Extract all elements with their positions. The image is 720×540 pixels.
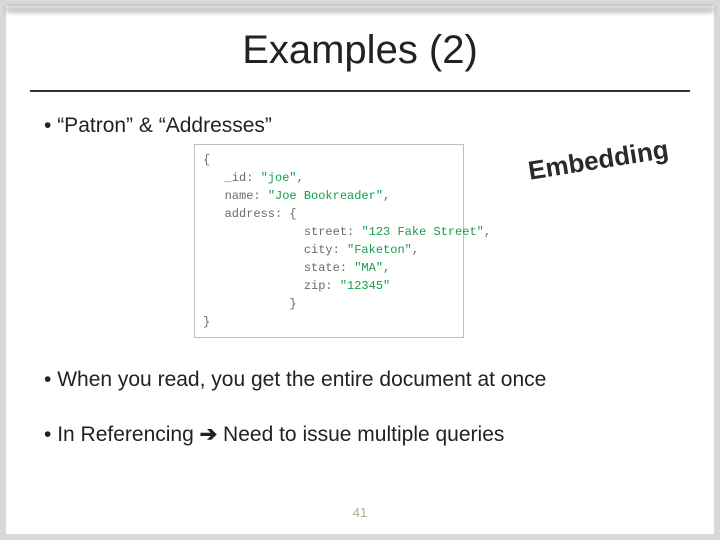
bullet-2: • When you read, you get the entire docu… xyxy=(44,368,546,392)
bullet-1-text: “Patron” & “Addresses” xyxy=(57,114,272,137)
code-l4-key: address: { xyxy=(203,207,297,221)
code-l9: } xyxy=(203,297,297,311)
code-l6-val: "Faketon" xyxy=(347,243,412,257)
embedding-annotation: Embedding xyxy=(526,134,671,187)
code-l6-comma: , xyxy=(412,243,419,257)
code-l10: } xyxy=(203,315,210,329)
code-l7-comma: , xyxy=(383,261,390,275)
code-l5-comma: , xyxy=(484,225,491,239)
code-l7-key: state: xyxy=(203,261,354,275)
title-rule xyxy=(30,90,690,92)
code-example: { _id: "joe", name: "Joe Bookreader", ad… xyxy=(194,144,464,338)
page-number: 41 xyxy=(6,505,714,520)
code-l2-val: "joe" xyxy=(261,171,297,185)
code-l5-key: street: xyxy=(203,225,361,239)
top-shadow xyxy=(6,6,714,13)
code-l3-val: "Joe Bookreader" xyxy=(268,189,383,203)
bullet-marker: • xyxy=(44,368,57,391)
code-l1: { xyxy=(203,153,210,167)
bullet-marker: • xyxy=(44,423,57,446)
code-l7-val: "MA" xyxy=(354,261,383,275)
code-l3-comma: , xyxy=(383,189,390,203)
code-l6-key: city: xyxy=(203,243,347,257)
bullet-3: • In Referencing ➔ Need to issue multipl… xyxy=(44,422,504,447)
code-l2-key: _id: xyxy=(203,171,261,185)
bullet-1: • “Patron” & “Addresses” xyxy=(44,114,272,138)
code-l2-comma: , xyxy=(297,171,304,185)
code-l8-key: zip: xyxy=(203,279,340,293)
slide-title: Examples (2) xyxy=(6,28,714,73)
bullet-3-part2: Need to issue multiple queries xyxy=(217,423,504,446)
code-l8-val: "12345" xyxy=(340,279,390,293)
code-l5-val: "123 Fake Street" xyxy=(361,225,483,239)
bullet-3-part1: In Referencing xyxy=(57,423,199,446)
code-l3-key: name: xyxy=(203,189,268,203)
arrow-icon: ➔ xyxy=(200,423,218,446)
bullet-marker: • xyxy=(44,114,57,137)
slide: Examples (2) • “Patron” & “Addresses” { … xyxy=(0,0,720,540)
bullet-2-text: When you read, you get the entire docume… xyxy=(57,368,546,391)
